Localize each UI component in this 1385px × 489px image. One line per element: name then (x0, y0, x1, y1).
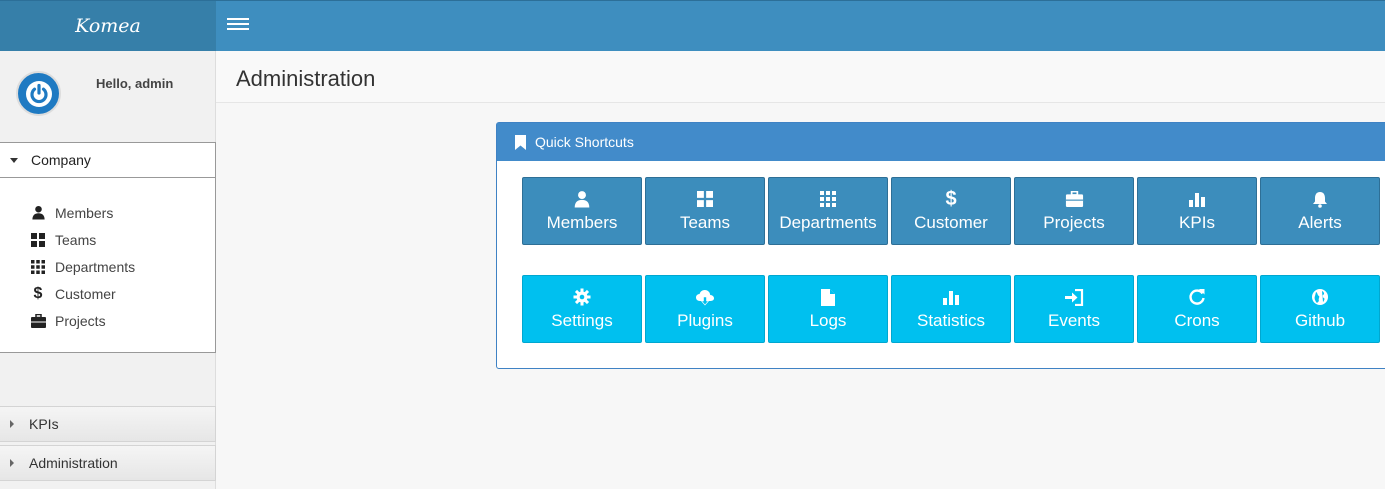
caret-down-icon (10, 157, 18, 163)
sidebar-group-company-header[interactable]: Company (0, 143, 215, 178)
shortcut-events[interactable]: Events (1014, 275, 1134, 343)
avatar (16, 71, 61, 116)
shortcut-label: Projects (1043, 213, 1105, 232)
sidebar-group-administration[interactable]: Administration (0, 445, 216, 481)
briefcase-icon (1065, 189, 1084, 209)
shortcut-label: Teams (679, 213, 731, 232)
dollar-icon: $ (33, 284, 43, 302)
grid-large-icon (697, 189, 713, 209)
shortcut-label: Events (1048, 311, 1100, 330)
sidebar-item-label: Customer (55, 285, 116, 302)
sidebar-group-label: Company (31, 152, 91, 168)
sidebar-group-label: KPIs (29, 416, 59, 432)
sidebar-group-kpis[interactable]: KPIs (0, 406, 216, 442)
bar-chart-icon (942, 287, 960, 307)
grid-small-icon (820, 189, 836, 209)
grid-small-icon (30, 259, 46, 275)
sidebar-item-members[interactable]: Members (0, 199, 215, 226)
shortcut-alerts[interactable]: Alerts (1260, 177, 1380, 245)
shortcut-label: Departments (779, 213, 877, 232)
shortcut-members[interactable]: Members (522, 177, 642, 245)
menu-toggle-icon[interactable] (226, 15, 250, 37)
shortcut-github[interactable]: Github (1260, 275, 1380, 343)
shortcut-projects[interactable]: Projects (1014, 177, 1134, 245)
shortcut-label: Github (1294, 311, 1346, 330)
user-greeting: Hello, admin (96, 76, 174, 91)
shortcut-plugins[interactable]: Plugins (645, 275, 765, 343)
file-icon (821, 287, 835, 307)
bookmark-icon (515, 134, 526, 150)
gear-icon (573, 287, 591, 307)
sidebar-group-label: Administration (29, 455, 118, 471)
grid-large-icon (30, 232, 46, 248)
top-navbar: Komea (0, 0, 1385, 51)
sidebar-item-label: Teams (55, 231, 97, 248)
brand-logo[interactable]: Komea (0, 1, 216, 51)
sidebar-item-customer[interactable]: $ Customer (0, 280, 215, 307)
briefcase-icon (30, 313, 46, 329)
dollar-icon: $ (945, 187, 957, 210)
shortcut-label: Crons (1174, 311, 1220, 330)
bell-icon (1312, 189, 1328, 209)
shortcut-label: Alerts (1298, 213, 1342, 232)
sidebar-item-label: Projects (55, 312, 106, 329)
shortcut-label: Statistics (916, 311, 986, 330)
caret-right-icon (10, 459, 14, 467)
shortcut-label: Logs (809, 311, 847, 330)
shortcut-label: Members (546, 213, 618, 232)
sidebar-group-company: Company Members Teams Departments $ Cust… (0, 142, 216, 353)
user-icon (30, 205, 46, 221)
shortcut-label: Settings (551, 311, 613, 330)
power-icon (25, 80, 52, 107)
cloud-download-icon (695, 287, 715, 307)
shortcut-settings[interactable]: Settings (522, 275, 642, 343)
content-header: Administration (216, 51, 1385, 103)
sidebar-item-departments[interactable]: Departments (0, 253, 215, 280)
sidebar-item-label: Members (55, 204, 114, 221)
shortcut-label: Customer (914, 213, 988, 232)
panel-title: Quick Shortcuts (535, 134, 634, 150)
shortcut-statistics[interactable]: Statistics (891, 275, 1011, 343)
shortcut-label: Plugins (677, 311, 733, 330)
caret-right-icon (10, 420, 14, 428)
shortcut-crons[interactable]: Crons (1137, 275, 1257, 343)
shortcut-logs[interactable]: Logs (768, 275, 888, 343)
shortcut-teams[interactable]: Teams (645, 177, 765, 245)
bar-chart-icon (1188, 189, 1206, 209)
sidebar-item-teams[interactable]: Teams (0, 226, 215, 253)
user-icon (573, 189, 591, 209)
globe-icon (1311, 287, 1329, 307)
panel-header: Quick Shortcuts (497, 123, 1385, 161)
sidebar-item-label: Departments (55, 258, 136, 275)
refresh-icon (1188, 287, 1206, 307)
page-title: Administration (236, 66, 376, 91)
sign-in-icon (1064, 287, 1084, 307)
sidebar-item-projects[interactable]: Projects (0, 307, 215, 334)
shortcut-label: KPIs (1179, 213, 1215, 232)
shortcut-kpis[interactable]: KPIs (1137, 177, 1257, 245)
shortcut-customer[interactable]: $ Customer (891, 177, 1011, 245)
user-panel: Hello, admin (0, 51, 215, 136)
shortcut-departments[interactable]: Departments (768, 177, 888, 245)
